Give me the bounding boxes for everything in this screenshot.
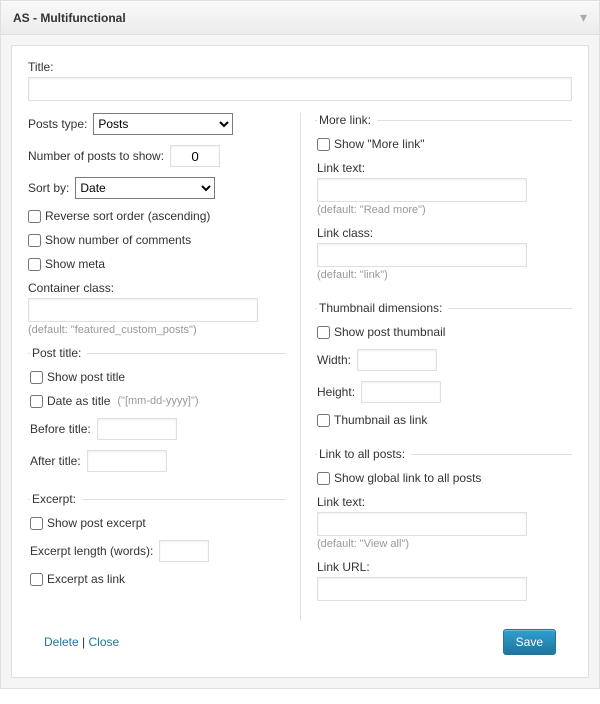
thumbnail-fieldset: Thumbnail dimensions: Show post thumbnai… (315, 301, 572, 439)
post-title-legend: Post title: (30, 346, 87, 360)
show-more-link-checkbox[interactable] (317, 138, 330, 151)
all-link-text-input[interactable] (317, 512, 527, 536)
excerpt-as-link-label[interactable]: Excerpt as link (30, 572, 284, 586)
left-column: Posts type: Posts Number of posts to sho… (28, 113, 300, 621)
container-class-hint: (default: "featured_custom_posts") (28, 324, 286, 336)
link-all-fieldset: Link to all posts: Show global link to a… (315, 447, 572, 613)
reverse-row: Reverse sort order (ascending) (28, 209, 286, 223)
widget-header[interactable]: AS - Multifunctional ▾ (1, 1, 599, 35)
widget-footer: Delete | Close Save (28, 621, 572, 669)
after-title-input[interactable] (87, 450, 167, 472)
before-title-label: Before title: (30, 422, 91, 436)
show-meta-row: Show meta (28, 257, 286, 271)
title-label: Title: (28, 60, 572, 74)
num-posts-row: Number of posts to show: (28, 145, 286, 167)
show-more-link-label[interactable]: Show "More link" (317, 137, 570, 151)
more-link-text-label: Link text: (317, 161, 570, 175)
container-class-row: Container class: (default: "featured_cus… (28, 281, 286, 336)
excerpt-legend: Excerpt: (30, 492, 82, 506)
sort-by-select[interactable]: Date (75, 177, 215, 199)
show-meta-label[interactable]: Show meta (28, 257, 286, 271)
excerpt-length-input[interactable] (159, 540, 209, 562)
show-thumbnail-label[interactable]: Show post thumbnail (317, 325, 570, 339)
footer-links: Delete | Close (44, 635, 119, 649)
more-link-class-input[interactable] (317, 243, 527, 267)
show-comments-checkbox[interactable] (28, 234, 41, 247)
reverse-label[interactable]: Reverse sort order (ascending) (28, 209, 286, 223)
more-link-class-hint: (default: "link") (317, 269, 570, 281)
sort-by-label: Sort by: (28, 181, 69, 195)
thumb-as-link-label[interactable]: Thumbnail as link (317, 413, 570, 427)
show-global-link-checkbox[interactable] (317, 472, 330, 485)
all-link-text-hint: (default: "View all") (317, 538, 570, 550)
widget-container: AS - Multifunctional ▾ Title: Posts type… (0, 0, 600, 689)
show-comments-row: Show number of comments (28, 233, 286, 247)
more-link-fieldset: More link: Show "More link" Link text: (… (315, 113, 572, 293)
thumb-width-label: Width: (317, 353, 351, 367)
posts-type-select[interactable]: Posts (93, 113, 233, 135)
date-as-title-label[interactable]: Date as title("[mm-dd-yyyy]") (30, 394, 284, 408)
excerpt-length-label: Excerpt length (words): (30, 544, 153, 558)
show-meta-checkbox[interactable] (28, 258, 41, 271)
save-button[interactable]: Save (503, 629, 556, 655)
date-as-title-checkbox[interactable] (30, 395, 43, 408)
close-link[interactable]: Close (88, 635, 119, 649)
show-comments-label[interactable]: Show number of comments (28, 233, 286, 247)
show-excerpt-checkbox[interactable] (30, 517, 43, 530)
show-global-link-label[interactable]: Show global link to all posts (317, 471, 570, 485)
more-link-text-hint: (default: "Read more") (317, 204, 570, 216)
thumb-height-input[interactable] (361, 381, 441, 403)
post-title-fieldset: Post title: Show post title Date as titl… (28, 346, 286, 484)
container-class-label: Container class: (28, 281, 286, 295)
columns: Posts type: Posts Number of posts to sho… (28, 113, 572, 621)
thumb-height-label: Height: (317, 385, 355, 399)
more-link-class-label: Link class: (317, 226, 570, 240)
posts-type-row: Posts type: Posts (28, 113, 286, 135)
posts-type-label: Posts type: (28, 117, 87, 131)
collapse-toggle-icon[interactable]: ▾ (580, 9, 587, 26)
show-post-title-checkbox[interactable] (30, 371, 43, 384)
show-thumbnail-checkbox[interactable] (317, 326, 330, 339)
before-title-input[interactable] (97, 418, 177, 440)
title-field-row: Title: (28, 60, 572, 101)
title-input[interactable] (28, 77, 572, 101)
reverse-checkbox[interactable] (28, 210, 41, 223)
right-column: More link: Show "More link" Link text: (… (300, 113, 572, 621)
link-all-legend: Link to all posts: (317, 447, 411, 461)
excerpt-as-link-checkbox[interactable] (30, 573, 43, 586)
excerpt-fieldset: Excerpt: Show post excerpt Excerpt lengt… (28, 492, 286, 598)
all-link-url-label: Link URL: (317, 560, 570, 574)
more-link-text-input[interactable] (317, 178, 527, 202)
thumb-as-link-checkbox[interactable] (317, 414, 330, 427)
all-link-text-label: Link text: (317, 495, 570, 509)
widget-title: AS - Multifunctional (13, 11, 126, 25)
thumbnail-legend: Thumbnail dimensions: (317, 301, 448, 315)
thumb-width-input[interactable] (357, 349, 437, 371)
show-excerpt-label[interactable]: Show post excerpt (30, 516, 284, 530)
all-link-url-input[interactable] (317, 577, 527, 601)
num-posts-label: Number of posts to show: (28, 149, 164, 163)
more-link-legend: More link: (317, 113, 377, 127)
num-posts-input[interactable] (170, 145, 220, 167)
widget-body: Title: Posts type: Posts Number of posts… (11, 45, 589, 678)
after-title-label: After title: (30, 454, 81, 468)
show-post-title-label[interactable]: Show post title (30, 370, 284, 384)
delete-link[interactable]: Delete (44, 635, 79, 649)
container-class-input[interactable] (28, 298, 258, 322)
sort-by-row: Sort by: Date (28, 177, 286, 199)
